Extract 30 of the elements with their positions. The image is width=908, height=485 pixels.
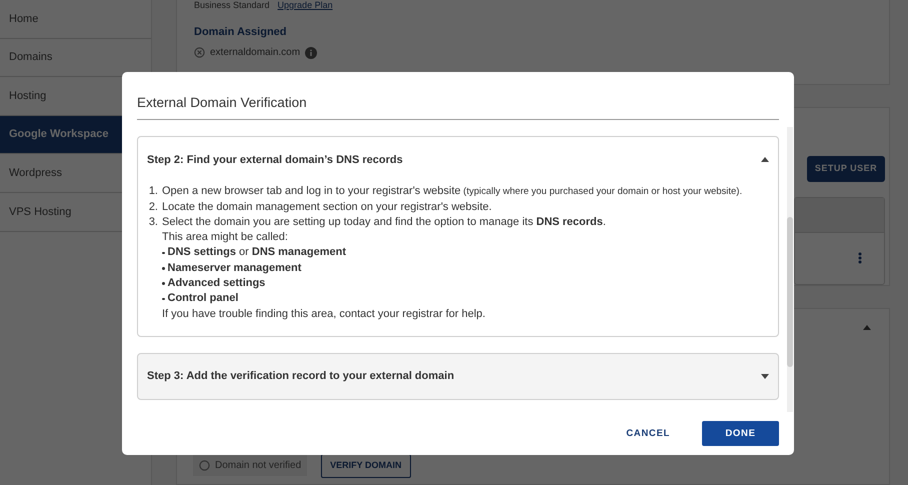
- instruction-text: Locate the domain management section on your registrar's website.: [162, 200, 492, 215]
- setup-user-button[interactable]: SETUP USER: [807, 156, 885, 182]
- bullet-text: DNS settings or DNS management: [168, 245, 346, 260]
- upgrade-link[interactable]: Upgrade Plan: [278, 0, 333, 12]
- bullet-text: Advanced settings: [168, 276, 266, 292]
- more-icon[interactable]: [858, 252, 862, 264]
- bullet-text: Control panel: [168, 291, 238, 306]
- scrollbar[interactable]: [787, 127, 793, 412]
- caret-up-icon: [761, 157, 769, 162]
- bullet-icon: [162, 267, 164, 270]
- domain-name: externaldomain.com: [210, 46, 300, 60]
- bullet-icon: [162, 298, 164, 300]
- caret-up-icon: [863, 324, 871, 330]
- instruction-text: Select the domain you are setting up today and find the option to manage its DNS records.: [162, 214, 606, 230]
- done-button[interactable]: DONE: [702, 421, 779, 446]
- bullet-icon: [162, 252, 164, 254]
- x-circle-icon: [194, 47, 205, 58]
- instruction-text: Open a new browser tab and log in to your registrar's website (typically where you purchased your domain or host your website).: [162, 184, 742, 200]
- cancel-button[interactable]: CANCEL: [618, 421, 678, 446]
- plan-name: Business Standard: [194, 0, 270, 12]
- info-icon[interactable]: [305, 46, 318, 58]
- section-heading: Domain Assigned: [194, 24, 288, 40]
- sidebar-item[interactable]: Home: [0, 0, 151, 39]
- caret-down-icon: [761, 374, 769, 379]
- instruction-text: If you have trouble finding this area, contact your registrar for help.: [162, 306, 486, 322]
- accordion-header[interactable]: Step 3: Add the verification record to your external domain: [138, 354, 778, 399]
- bullet-text: Nameserver management: [168, 260, 302, 276]
- instruction-text: This area might be called:: [162, 230, 289, 246]
- bullet-icon: [162, 282, 164, 285]
- status-text: Domain not verified: [215, 459, 302, 474]
